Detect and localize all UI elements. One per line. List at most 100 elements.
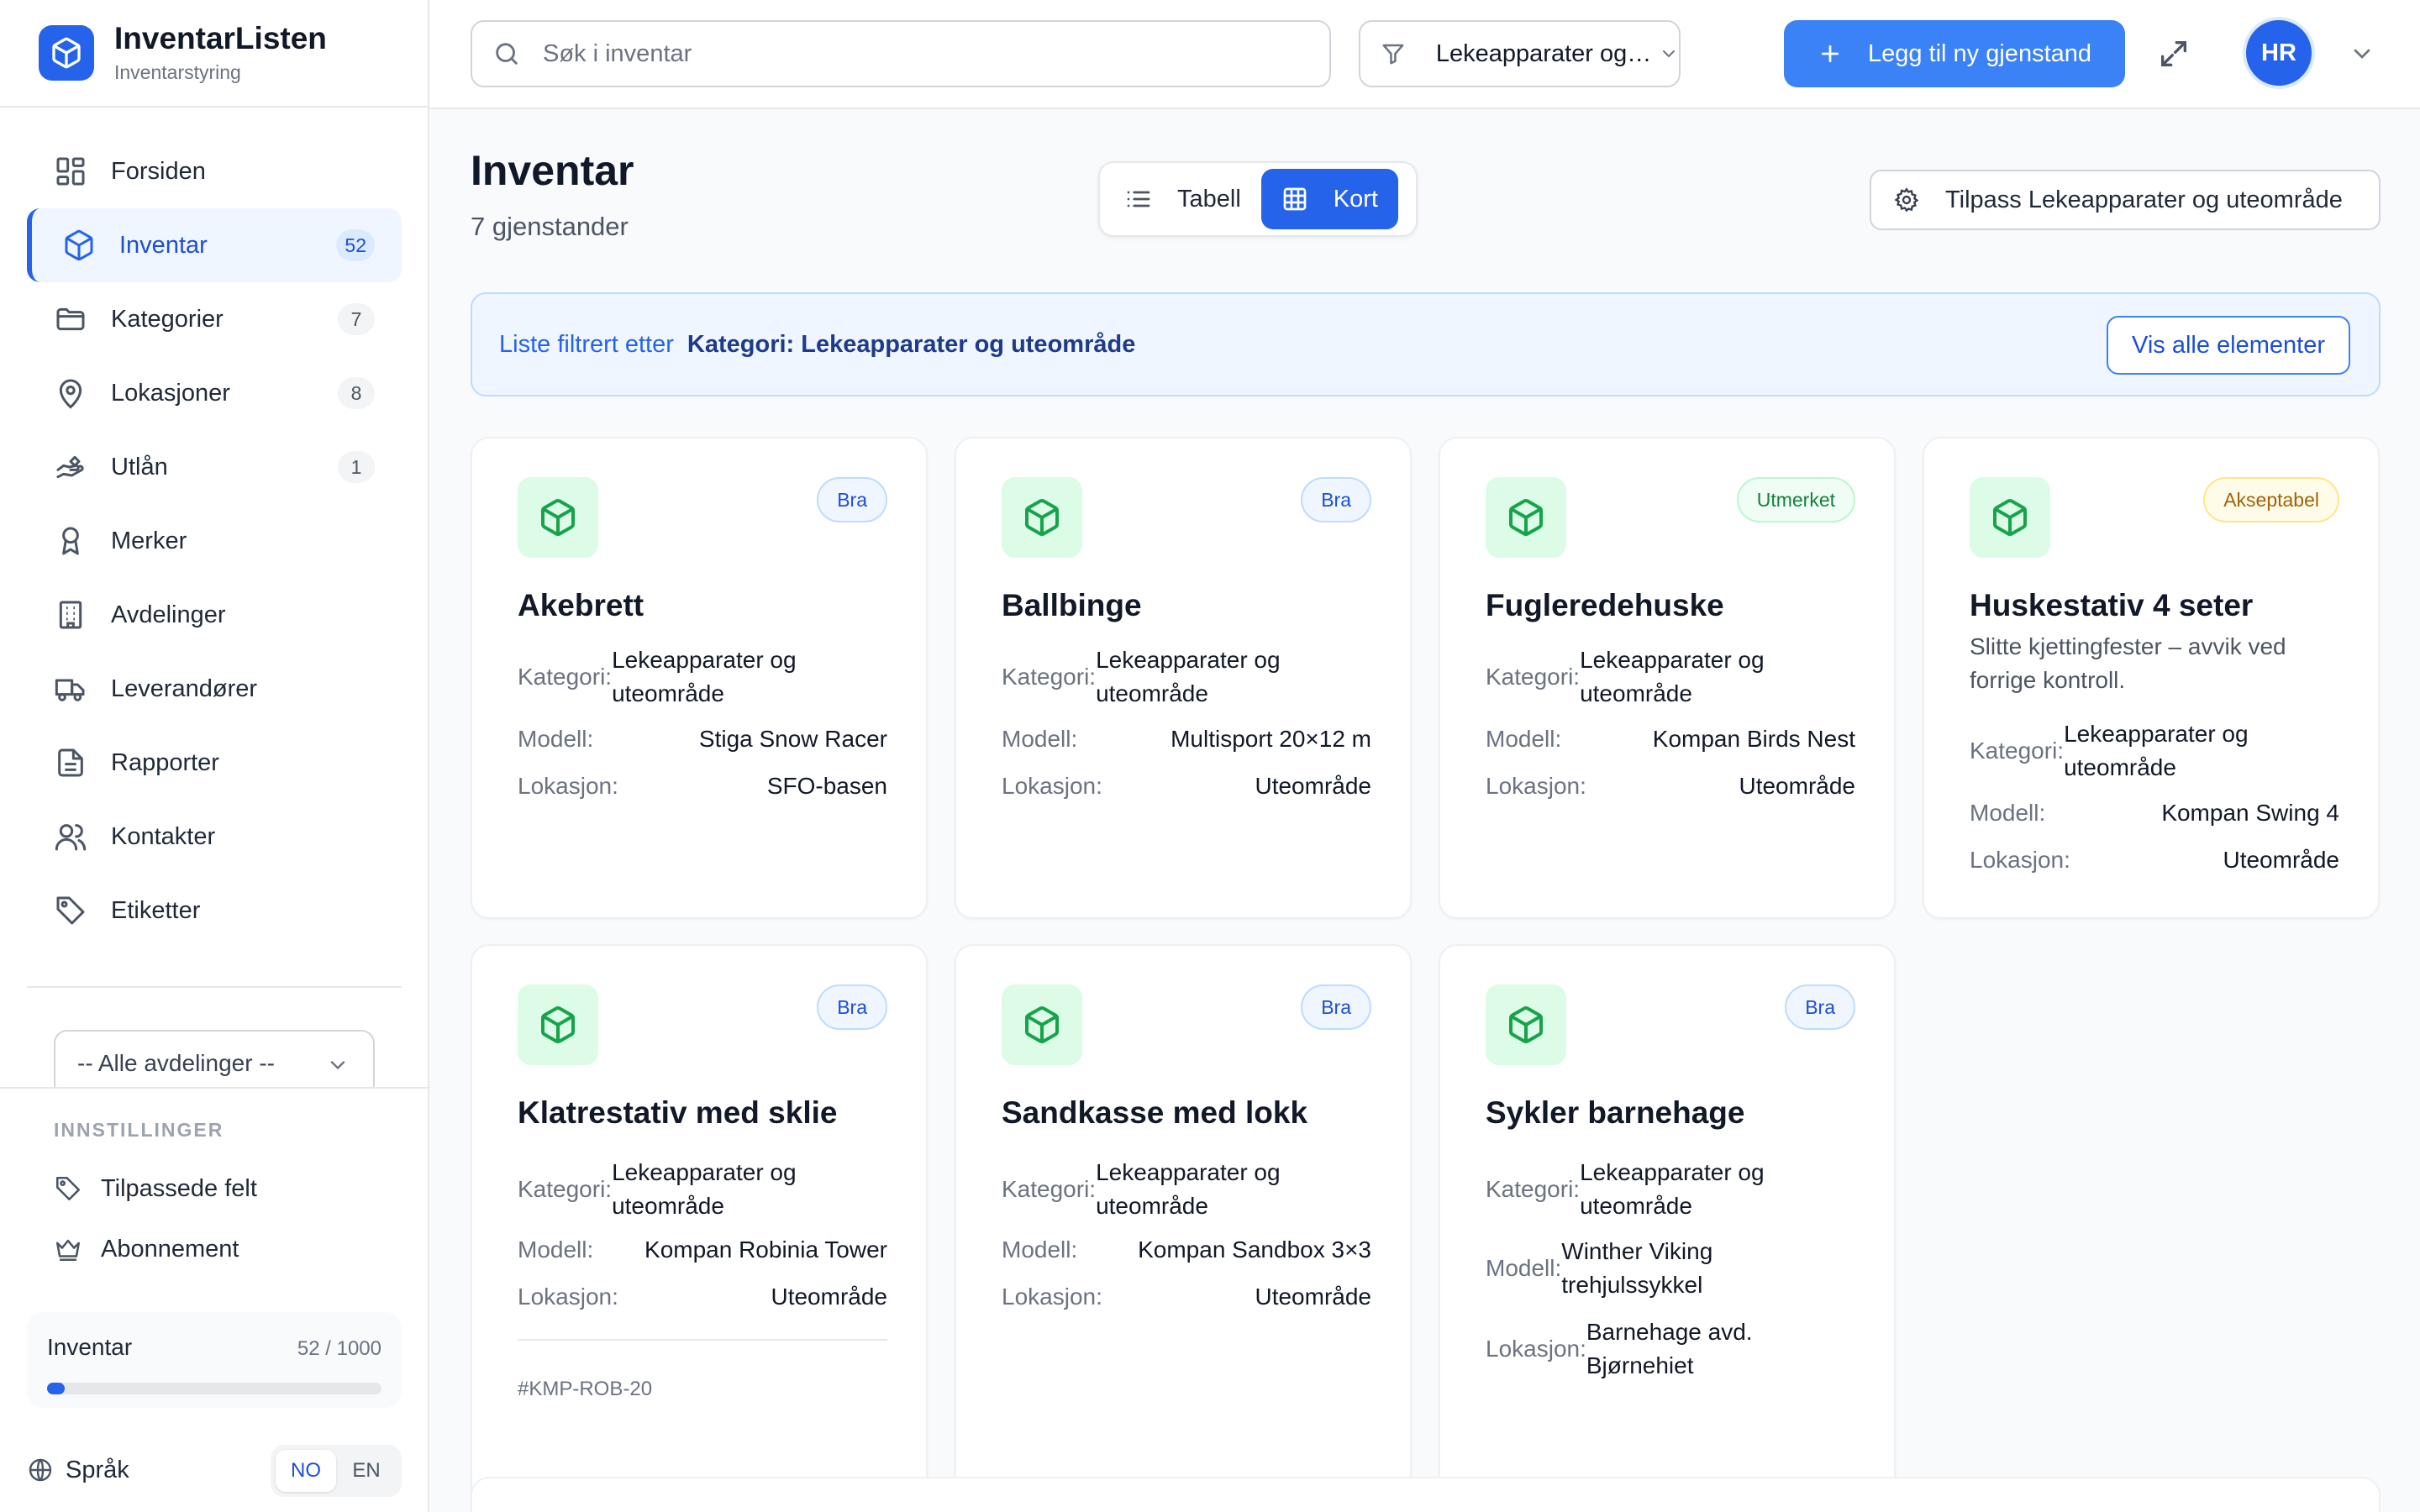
custom-fields-link[interactable]: Tilpassede felt bbox=[54, 1174, 257, 1203]
field-label: Modell: bbox=[518, 726, 594, 752]
field-label: Kategori: bbox=[1002, 1176, 1097, 1202]
sidebar-item-label: Lokasjoner bbox=[111, 379, 230, 407]
item-model: Kompan Swing 4 bbox=[2161, 800, 2339, 826]
field-label: Modell: bbox=[518, 1236, 594, 1263]
hand-icon bbox=[56, 455, 84, 479]
sidebar-item-label: Leverandører bbox=[111, 675, 258, 702]
field-label: Modell: bbox=[1002, 1236, 1078, 1263]
box-icon bbox=[1509, 1006, 1543, 1043]
sidebar-item-lokasjoner[interactable]: Lokasjoner 8 bbox=[27, 356, 402, 430]
item-category: Lekeapparater og uteområde bbox=[612, 1159, 797, 1219]
sidebar-item-kontakter[interactable]: Kontakter bbox=[27, 800, 402, 874]
filter-banner-prefix: Liste filtrert etter bbox=[499, 330, 674, 358]
item-category: Lekeapparater og uteområde bbox=[1580, 647, 1765, 706]
view-table-button[interactable]: Tabell bbox=[1105, 169, 1261, 229]
view-cards-button[interactable]: Kort bbox=[1260, 169, 1398, 229]
sidebar-item-etiketter[interactable]: Etiketter bbox=[27, 874, 402, 948]
sidebar: InventarListen Inventarstyring Forsiden … bbox=[0, 0, 429, 1512]
add-item-label: Legg til ny gjenstand bbox=[1867, 39, 2092, 67]
box-icon bbox=[1993, 499, 2027, 536]
customize-category-button[interactable]: Tilpass Lekeapparater og uteområde bbox=[1870, 170, 2381, 230]
count-badge: 52 bbox=[336, 229, 375, 261]
language-option-no[interactable]: NO bbox=[276, 1450, 336, 1492]
subscription-link[interactable]: Abonnement bbox=[54, 1235, 239, 1263]
filter-banner: Liste filtrert etter Kategori: Lekeappar… bbox=[471, 292, 2381, 396]
gear-icon bbox=[1894, 187, 1919, 213]
item-location-row: Lokasjon: Uteområde bbox=[1002, 1280, 1371, 1314]
sidebar-item-label: Avdelinger bbox=[111, 601, 226, 628]
tag-icon bbox=[56, 896, 85, 925]
item-model-row: Modell: Kompan Sandbox 3×3 bbox=[1002, 1233, 1371, 1267]
brand-title: InventarListen bbox=[114, 21, 327, 56]
brand[interactable]: InventarListen Inventarstyring bbox=[0, 0, 428, 108]
item-location: Uteområde bbox=[2223, 847, 2339, 873]
language-option-en[interactable]: EN bbox=[336, 1450, 397, 1492]
sidebar-item-utlan[interactable]: Utlån 1 bbox=[27, 430, 402, 504]
item-category-row: Kategori: Lekeapparater og uteområde bbox=[1002, 643, 1371, 711]
item-card-akebrett[interactable]: Bra Akebrett Kategori: Lekeapparater og u… bbox=[471, 437, 928, 919]
item-category: Lekeapparater og uteområde bbox=[1096, 647, 1281, 706]
box-icon bbox=[65, 229, 93, 261]
sidebar-item-label: Etiketter bbox=[111, 896, 201, 924]
sidebar-item-label: Inventar bbox=[119, 231, 208, 259]
box-icon bbox=[1509, 499, 1543, 536]
box-logo-icon bbox=[39, 25, 94, 81]
condition-badge: Bra bbox=[817, 984, 887, 1030]
count-badge: 7 bbox=[338, 303, 375, 335]
field-label: Kategori: bbox=[1970, 738, 2065, 764]
item-category-row: Kategori: Lekeapparater og uteområde bbox=[1486, 1156, 1855, 1223]
item-card-ballbinge[interactable]: Bra Ballbinge Kategori: Lekeapparater og … bbox=[955, 437, 1412, 919]
item-location-row: Lokasjon: Uteområde bbox=[1970, 843, 2339, 877]
search-icon bbox=[496, 43, 518, 65]
search-input[interactable] bbox=[543, 39, 1299, 68]
sidebar-item-label: Forsiden bbox=[111, 157, 206, 185]
condition-badge: Bra bbox=[1785, 984, 1855, 1030]
item-sku: #KMP-ROB-20 bbox=[518, 1378, 653, 1400]
item-model: Kompan Sandbox 3×3 bbox=[1138, 1236, 1371, 1263]
show-all-button[interactable]: Vis alle elementer bbox=[2107, 316, 2350, 375]
category-filter-value: Lekeapparater og uteområde bbox=[1435, 39, 1655, 67]
item-name: Klatrestativ med sklie bbox=[518, 1095, 838, 1130]
sidebar-item-label: Kontakter bbox=[111, 822, 216, 850]
sidebar-item-forsiden[interactable]: Forsiden bbox=[27, 134, 402, 208]
sidebar-nav: Forsiden Inventar 52 Kategorier 7 Lokasj… bbox=[27, 134, 402, 948]
item-location: Uteområde bbox=[1739, 773, 1855, 799]
user-avatar[interactable]: HR bbox=[2243, 17, 2315, 89]
item-card-sykler[interactable]: Bra Sykler barnehage Kategori: Lekeappara… bbox=[1439, 944, 1896, 1512]
item-card-klatrestativ[interactable]: Bra Klatrestativ med sklie Kategori: Leke… bbox=[471, 944, 928, 1512]
sidebar-item-avdelinger[interactable]: Avdelinger bbox=[27, 578, 402, 652]
language-switch: NO EN bbox=[271, 1445, 402, 1497]
sidebar-item-rapporter[interactable]: Rapporter bbox=[27, 726, 402, 800]
item-category-row: Kategori: Lekeapparater og uteområde bbox=[1970, 717, 2339, 785]
field-label: Lokasjon: bbox=[1486, 1336, 1586, 1362]
sidebar-item-inventar[interactable]: Inventar 52 bbox=[27, 208, 402, 282]
expand-icon[interactable] bbox=[2157, 37, 2191, 71]
item-icon-box bbox=[1002, 984, 1082, 1065]
settings-heading: INNSTILLINGER bbox=[54, 1119, 224, 1141]
subscription-label: Abonnement bbox=[101, 1235, 239, 1263]
item-icon-box bbox=[518, 984, 598, 1065]
item-card-sandkasse[interactable]: Bra Sandkasse med lokk Kategori: Lekeappa… bbox=[955, 944, 1412, 1512]
quota-count: 52 / 1000 bbox=[297, 1337, 381, 1361]
search-box[interactable] bbox=[471, 20, 1331, 87]
quota-total: 1000 bbox=[336, 1337, 381, 1360]
item-category: Lekeapparater og uteområde bbox=[1580, 1159, 1765, 1219]
sidebar-item-leverandorer[interactable]: Leverandører bbox=[27, 652, 402, 726]
item-category: Lekeapparater og uteområde bbox=[2064, 721, 2249, 780]
brand-subtitle: Inventarstyring bbox=[114, 60, 241, 83]
sidebar-item-kategorier[interactable]: Kategorier 7 bbox=[27, 282, 402, 356]
field-label: Kategori: bbox=[518, 1176, 613, 1202]
field-label: Lokasjon: bbox=[1970, 847, 2070, 873]
sidebar-item-label: Utlån bbox=[111, 453, 168, 480]
item-card-huskestativ[interactable]: Akseptabel Huskestativ 4 seter Slitte kj… bbox=[1923, 437, 2380, 919]
add-item-button[interactable]: Legg til ny gjenstand bbox=[1784, 20, 2125, 87]
field-label: Lokasjon: bbox=[1002, 773, 1102, 799]
sidebar-item-label: Kategorier bbox=[111, 305, 224, 333]
item-card-fugleredehuske[interactable]: Utmerket Fugleredehuske Kategori: Lekeapp… bbox=[1439, 437, 1896, 919]
category-filter-select[interactable]: Lekeapparater og uteområde bbox=[1359, 20, 1681, 87]
sidebar-item-merker[interactable]: Merker bbox=[27, 504, 402, 578]
inventory-quota: Inventar 52 / 1000 bbox=[27, 1312, 402, 1408]
item-model: Kompan Robinia Tower bbox=[644, 1236, 887, 1263]
chevron-down-icon[interactable] bbox=[2349, 40, 2375, 67]
item-model-row: Modell: Kompan Robinia Tower bbox=[518, 1233, 887, 1267]
